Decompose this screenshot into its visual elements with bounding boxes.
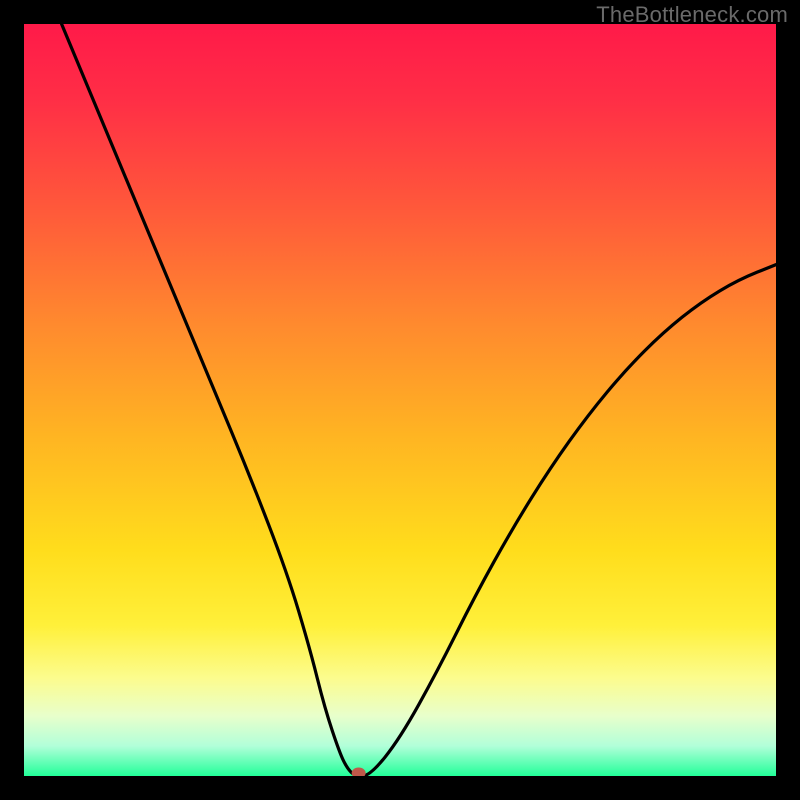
plot-area [24, 24, 776, 776]
watermark-text: TheBottleneck.com [596, 2, 788, 28]
chart-frame: { "watermark": "TheBottleneck.com", "col… [0, 0, 800, 800]
gradient-background [24, 24, 776, 776]
bottleneck-chart [24, 24, 776, 776]
